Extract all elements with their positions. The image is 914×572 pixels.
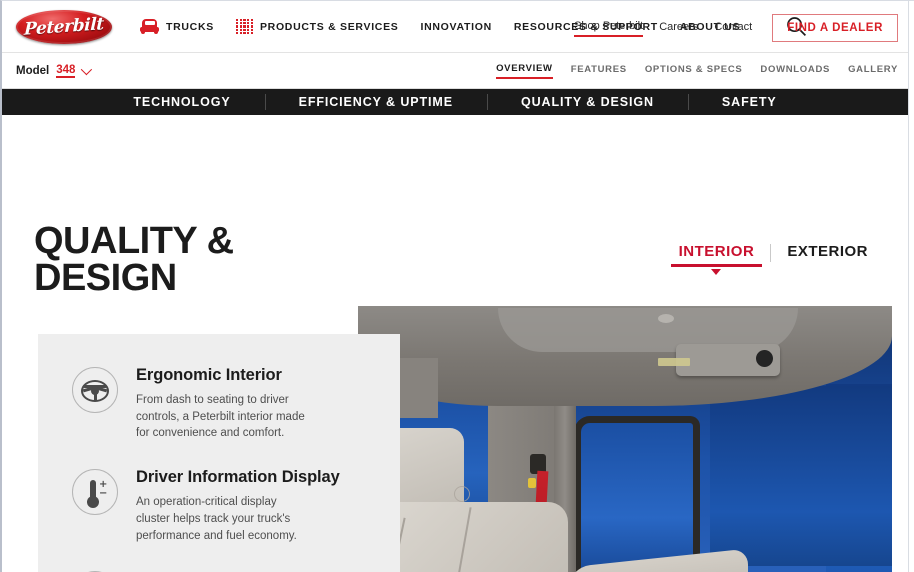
- page-title-line2: DESIGN: [34, 256, 177, 299]
- tab-exterior[interactable]: EXTERIOR: [771, 243, 884, 260]
- subnav-item-downloads[interactable]: DOWNLOADS: [760, 64, 830, 78]
- viewport-right-edge: [908, 1, 914, 572]
- tab-exterior-label: EXTERIOR: [787, 243, 868, 260]
- section-nav-technology[interactable]: TECHNOLOGY: [99, 89, 264, 115]
- util-link-careers[interactable]: Careers: [659, 21, 698, 36]
- grid-icon: [235, 19, 253, 34]
- find-a-dealer-button[interactable]: FIND A DEALER: [772, 14, 898, 42]
- page-title-line1: QUALITY &: [34, 220, 234, 262]
- seat-badge: [454, 486, 470, 502]
- dome-light: [658, 314, 674, 323]
- active-tab-arrow-icon: [711, 269, 722, 275]
- site-header: Peterbilt TRUCKS PRODUCTS & SERVICES INN…: [2, 1, 908, 53]
- feature-item: + − Driver Information Display An operati…: [72, 466, 374, 544]
- chevron-down-icon[interactable]: [81, 63, 93, 75]
- overhead-switch-panel: [658, 358, 690, 366]
- util-link-contact[interactable]: Contact: [714, 21, 752, 36]
- nav-label-trucks: TRUCKS: [166, 20, 214, 33]
- model-selector-value[interactable]: 348: [56, 64, 76, 78]
- feature-item: Ergonomic Interior From dash to seating …: [72, 364, 374, 442]
- section-nav-efficiency-uptime[interactable]: EFFICIENCY & UPTIME: [264, 89, 487, 115]
- nav-label-innovation: INNOVATION: [420, 20, 492, 33]
- page-title: QUALITY & DESIGN: [34, 220, 234, 299]
- logo-wordmark: Peterbilt: [23, 13, 105, 40]
- model-label: Model: [16, 64, 50, 77]
- nav-label-products-services: PRODUCTS & SERVICES: [259, 20, 399, 33]
- tab-interior[interactable]: INTERIOR: [663, 243, 771, 275]
- nav-item-trucks[interactable]: TRUCKS: [140, 19, 214, 34]
- subnav-item-gallery[interactable]: GALLERY: [848, 64, 898, 78]
- feature-item: Tilt Steering The steering wheel is easi…: [72, 568, 374, 572]
- seatbelt-clip: [528, 478, 536, 488]
- feature-description: From dash to seating to driver controls,…: [136, 394, 305, 440]
- steering-wheel-icon: [72, 367, 118, 413]
- subnav-item-overview[interactable]: OVERVIEW: [496, 63, 553, 79]
- main-content: QUALITY & DESIGN INTERIOR EXTERIOR Ergon…: [2, 115, 908, 572]
- active-tab-underline: [670, 264, 763, 267]
- utility-navigation: Shop Peterbilt Careers Contact FIND A DE…: [574, 14, 898, 42]
- model-subnav: OVERVIEW FEATURES OPTIONS & SPECS DOWNLO…: [496, 63, 898, 79]
- peterbilt-logo[interactable]: Peterbilt: [16, 9, 112, 44]
- door-window: [574, 416, 700, 572]
- subnav-item-options-specs[interactable]: OPTIONS & SPECS: [645, 64, 743, 78]
- tab-interior-label: INTERIOR: [678, 243, 755, 260]
- feature-title: Driver Information Display: [136, 468, 340, 487]
- windshield: [710, 386, 892, 566]
- section-nav-safety[interactable]: SAFETY: [687, 89, 811, 115]
- truck-icon: [140, 19, 159, 34]
- nav-item-products-services[interactable]: PRODUCTS & SERVICES: [235, 19, 399, 34]
- thermometer-icon: + −: [72, 469, 118, 516]
- feature-card: Ergonomic Interior From dash to seating …: [38, 334, 400, 572]
- subnav-item-features[interactable]: FEATURES: [571, 64, 627, 78]
- section-nav-quality-design[interactable]: QUALITY & DESIGN: [486, 89, 688, 115]
- model-bar: Model 348 OVERVIEW FEATURES OPTIONS & SP…: [2, 53, 908, 89]
- hero-interior-image: [358, 306, 892, 572]
- feature-title: Ergonomic Interior: [136, 366, 282, 384]
- feature-description: An operation-critical display cluster he…: [136, 496, 297, 542]
- view-toggle: INTERIOR EXTERIOR: [663, 243, 884, 275]
- feature-title: Tilt Steering: [136, 568, 374, 572]
- section-navigation: TECHNOLOGY EFFICIENCY & UPTIME QUALITY &…: [2, 89, 908, 115]
- browser-viewport: Peterbilt TRUCKS PRODUCTS & SERVICES INN…: [0, 0, 914, 572]
- util-link-shop-peterbilt[interactable]: Shop Peterbilt: [574, 20, 644, 37]
- interior-mirror: [756, 350, 773, 367]
- nav-item-innovation[interactable]: INNOVATION: [421, 21, 492, 33]
